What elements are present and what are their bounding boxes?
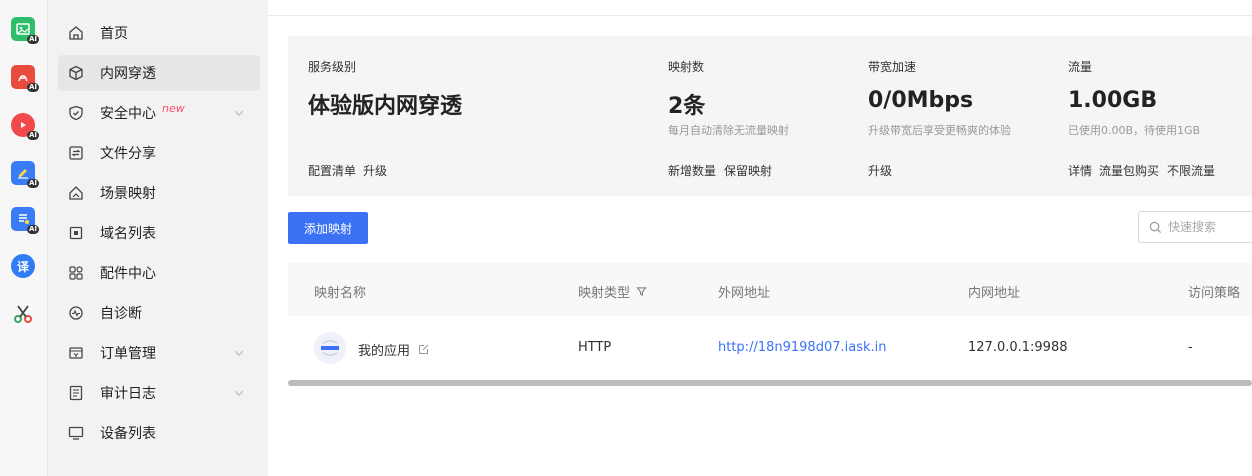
service-upgrade-link[interactable]: 升级 — [363, 162, 387, 179]
shield-icon — [68, 105, 84, 121]
ai-badge: AI — [26, 83, 39, 92]
sidebar-item-file-share[interactable]: 文件分享 — [58, 135, 260, 171]
scene-icon — [68, 185, 84, 201]
app-rail: AI AI AI AI AI 译 — [0, 0, 48, 476]
sidebar-item-scene-mapping[interactable]: 场景映射 — [58, 175, 260, 211]
ai-edit-icon[interactable]: AI — [11, 161, 39, 188]
ai-badge: AI — [26, 225, 39, 234]
traffic-package-link[interactable]: 流量包购买 — [1099, 162, 1159, 179]
service-summary-card: 服务级别 体验版内网穿透 配置清单 升级 映射数 2条 每月自动清除无流量映射 … — [288, 36, 1252, 196]
ai-badge: AI — [26, 35, 39, 44]
domain-icon — [68, 225, 84, 241]
sidebar-item-label: 配件中心 — [100, 266, 156, 282]
column-header-name: 映射名称 — [314, 286, 367, 301]
internal-address: 127.0.0.1:9988 — [968, 340, 1068, 355]
mapping-count-note: 每月自动清除无流量映射 — [668, 124, 789, 137]
traffic-value: 1.00GB — [1068, 88, 1158, 113]
sidebar-item-devices[interactable]: 设备列表 — [58, 415, 260, 451]
unlimited-traffic-link[interactable]: 不限流量 — [1167, 162, 1215, 179]
cube-icon — [68, 65, 84, 81]
sidebar-item-label: 订单管理 — [100, 346, 156, 362]
chevron-down-icon[interactable] — [232, 386, 246, 400]
chevron-down-icon[interactable] — [232, 106, 246, 120]
device-icon — [68, 425, 84, 441]
search-box[interactable] — [1138, 211, 1252, 243]
mapping-type: HTTP — [578, 340, 612, 355]
sidebar-item-label: 设备列表 — [100, 426, 156, 442]
ai-video-icon[interactable]: AI — [11, 113, 39, 140]
service-level-label: 服务级别 — [308, 60, 357, 74]
chevron-down-icon[interactable] — [232, 346, 246, 360]
add-quota-link[interactable]: 新增数量 — [668, 162, 716, 179]
mapping-count-value: 2条 — [668, 94, 706, 119]
file-share-icon — [68, 145, 84, 161]
sidebar-item-home[interactable]: 首页 — [58, 15, 260, 51]
column-header-internal: 内网地址 — [968, 286, 1021, 301]
search-icon — [1149, 221, 1162, 233]
sidebar-item-label: 文件分享 — [100, 146, 156, 162]
column-header-type[interactable]: 映射类型 — [578, 282, 647, 301]
ai-badge: AI — [26, 179, 39, 188]
bandwidth-upgrade-link[interactable]: 升级 — [868, 162, 892, 179]
filter-icon[interactable] — [636, 286, 647, 297]
access-policy: - — [1188, 340, 1193, 355]
sidebar-item-label: 首页 — [100, 26, 128, 42]
translate-glyph: 译 — [16, 259, 29, 274]
sidebar-item-accessories[interactable]: 配件中心 — [58, 255, 260, 291]
sidebar-item-label: 内网穿透 — [100, 66, 156, 82]
sidebar-item-diagnose[interactable]: 自诊断 — [58, 295, 260, 331]
main-content: 服务级别 体验版内网穿透 配置清单 升级 映射数 2条 每月自动清除无流量映射 … — [268, 0, 1252, 476]
diagnose-icon — [68, 305, 84, 321]
column-header-policy: 访问策略 — [1188, 286, 1241, 301]
table-row[interactable]: 我的应用 HTTP http://18n9198d07.iask.in 127.… — [288, 316, 1252, 380]
log-icon — [68, 385, 84, 401]
sidebar-item-audit-log[interactable]: 审计日志 — [58, 375, 260, 411]
top-bar — [268, 0, 1252, 16]
bandwidth-value: 0/0Mbps — [868, 88, 974, 113]
edit-icon[interactable] — [418, 343, 430, 355]
app-avatar-icon — [314, 332, 346, 364]
new-badge: new — [162, 101, 185, 115]
config-list-link[interactable]: 配置清单 — [308, 162, 356, 179]
traffic-note: 已使用0.00B，待使用1GB — [1068, 124, 1201, 137]
sidebar-item-label: 场景映射 — [100, 186, 156, 202]
grid-icon — [68, 265, 84, 281]
search-input[interactable] — [1168, 220, 1248, 234]
bandwidth-note: 升级带宽后享受更畅爽的体验 — [868, 124, 1011, 137]
add-mapping-button[interactable]: 添加映射 — [288, 212, 368, 244]
sidebar-item-orders[interactable]: 订单管理 — [58, 335, 260, 371]
mapping-count-label: 映射数 — [668, 60, 705, 74]
service-level-value: 体验版内网穿透 — [308, 94, 463, 119]
traffic-label: 流量 — [1068, 60, 1093, 74]
sidebar-item-label: 安全中心 — [100, 106, 156, 122]
bandwidth-label: 带宽加速 — [868, 60, 917, 74]
home-icon — [68, 25, 84, 41]
horizontal-scrollbar[interactable] — [288, 380, 1252, 386]
sidebar-nav: 首页 内网穿透 安全中心 new 文件分享 场景映射 域名列表 配件中心 自诊断… — [48, 0, 268, 476]
translate-icon[interactable]: 译 — [11, 254, 35, 278]
sidebar-item-label: 自诊断 — [100, 306, 142, 322]
mapping-name: 我的应用 — [358, 344, 411, 359]
column-header-external: 外网地址 — [718, 286, 771, 301]
scissors-icon[interactable] — [11, 302, 35, 326]
ai-image-icon[interactable]: AI — [11, 17, 39, 44]
column-header-label: 映射类型 — [578, 286, 631, 301]
table-header: 映射名称 映射类型 外网地址 内网地址 访问策略 — [288, 263, 1252, 316]
sidebar-item-security[interactable]: 安全中心 new — [58, 95, 260, 131]
sidebar-item-label: 审计日志 — [100, 386, 156, 402]
ai-badge: AI — [26, 131, 39, 140]
keep-mapping-link[interactable]: 保留映射 — [724, 162, 772, 179]
traffic-detail-link[interactable]: 详情 — [1068, 162, 1092, 179]
sidebar-item-label: 域名列表 — [100, 226, 156, 242]
scrollbar-thumb[interactable] — [288, 380, 1252, 386]
order-icon — [68, 345, 84, 361]
sidebar-item-tunnel[interactable]: 内网穿透 — [58, 55, 260, 91]
ai-document-icon[interactable]: AI — [11, 207, 39, 234]
ai-pdf-icon[interactable]: AI — [11, 65, 39, 92]
sidebar-item-domains[interactable]: 域名列表 — [58, 215, 260, 251]
external-address-link[interactable]: http://18n9198d07.iask.in — [718, 340, 886, 355]
